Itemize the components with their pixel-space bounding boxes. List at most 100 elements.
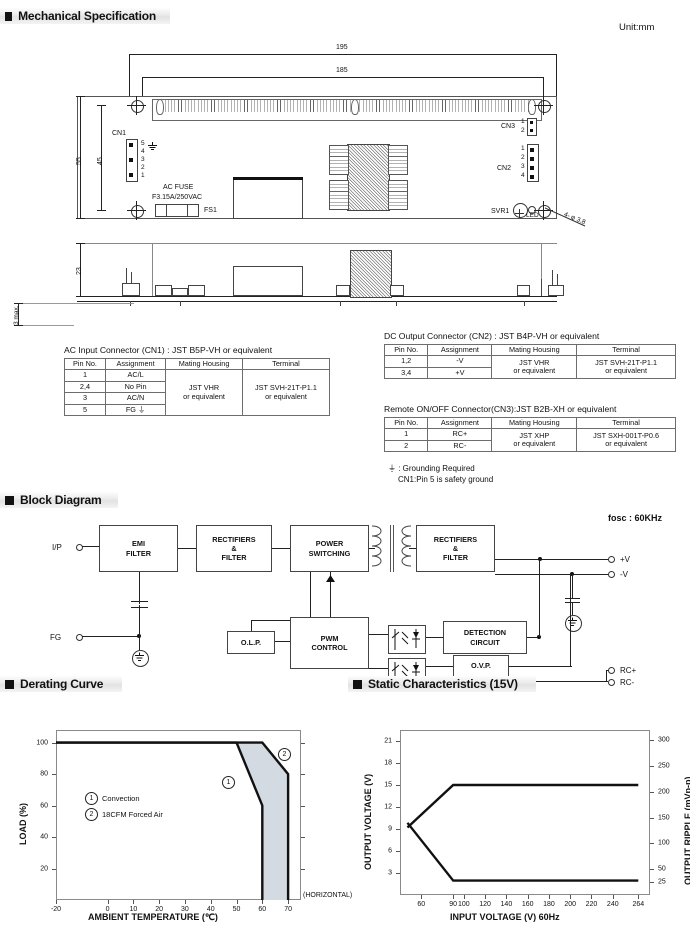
output-label-negative: -V: [620, 570, 628, 579]
static-curve-graphics: [406, 783, 639, 882]
mating-housing-line2: or equivalent: [183, 391, 225, 401]
y-tick-right: [301, 837, 305, 839]
col-terminal: Terminal: [241, 357, 331, 371]
output-terminal-positive: [608, 556, 615, 563]
y-tick: [52, 805, 56, 807]
x-tick-label: 180: [543, 901, 555, 908]
y-tick-left: [396, 785, 400, 786]
y-tick-label-left: 3: [388, 869, 392, 877]
cell-terminal: JST SVH-21T-P1.1 or equivalent: [576, 355, 676, 380]
side-transformer-pin-right: [390, 285, 404, 296]
block-line-2: &: [452, 543, 459, 553]
side-cn1-body: [122, 283, 140, 296]
y-tick-label-right: 100: [658, 839, 670, 847]
y-tick-right: [650, 791, 654, 793]
ground-symbol-cn1-icon: [147, 139, 158, 157]
x-tick-label: 100: [457, 901, 470, 908]
y-tick-left: [396, 741, 400, 742]
y-tick-label: 40: [40, 833, 48, 841]
y-tick-label-right: 200: [658, 788, 670, 796]
y-tick-label-left: 21: [384, 737, 392, 745]
x-tick-label: 50: [232, 906, 241, 913]
col-mating-housing: Mating Housing: [165, 357, 243, 371]
cn3-label: CN3: [501, 123, 516, 130]
x-tick: [184, 900, 186, 904]
block-line-2: FILTER: [126, 548, 151, 558]
table-ac-input: Pin No. Assignment Mating Housing Termin…: [64, 357, 331, 416]
svr1-label: SVR1: [491, 208, 510, 215]
fosc-note: fosc : 60KHz: [608, 513, 663, 523]
block-detection-circuit: DETECTION CIRCUIT: [443, 621, 527, 654]
led-label: LED: [526, 212, 539, 219]
y-tick-label: 20: [40, 865, 48, 873]
table-header-row: Pin No. Assignment Mating Housing Termin…: [383, 343, 676, 357]
square-bullet-icon: [353, 679, 362, 689]
side-fuse-cap-left: [155, 285, 172, 296]
static-ylabel-left: OUTPUT VOLTAGE (V): [363, 773, 373, 870]
block-line-3: FILTER: [443, 553, 468, 563]
heatsink-tab-right: [528, 99, 536, 115]
cell-assignment: RC+: [427, 428, 493, 441]
cell-assignment: +V: [427, 366, 493, 380]
legend-label-2: 18CFM Forced Air: [102, 810, 163, 819]
side-transformer-pin-left: [336, 285, 350, 296]
y-tick-label-left: 6: [388, 847, 392, 855]
y-tick: [52, 837, 56, 839]
x-tick: [56, 900, 57, 904]
output-label-positive: +V: [620, 555, 631, 564]
side-cn3-body: [548, 285, 564, 296]
derating-ylabel: LOAD (%): [18, 803, 28, 845]
table-dc-output: Pin No. Assignment Mating Housing Termin…: [383, 343, 676, 380]
x-tick: [262, 900, 264, 904]
section-header-block: Block Diagram: [0, 492, 118, 508]
cn3-pin-1: 1: [521, 118, 525, 125]
mounting-hole-bl: [131, 205, 144, 218]
cn2-pin-3: 3: [521, 163, 525, 170]
y-tick-right: [650, 766, 654, 768]
y-tick-right: [650, 882, 654, 884]
y-tick-label-right: 150: [658, 814, 670, 822]
transformer-winding-tr: [388, 145, 408, 175]
col-mating-housing: Mating Housing: [491, 343, 578, 357]
y-tick-left: [396, 829, 400, 830]
x-tick-label: 120: [479, 901, 491, 908]
section-title-derating: Derating Curve: [20, 677, 104, 691]
side-fuse-cap-right: [188, 285, 205, 296]
y-tick-label: 80: [40, 770, 48, 778]
fuse-rating-label: F3.15A/250VAC: [152, 194, 203, 201]
legend-marker-2: 2: [85, 808, 98, 821]
y-tick-right: [650, 843, 654, 845]
block-line-1: DETECTION: [463, 628, 507, 638]
block-line-2: SWITCHING: [308, 548, 351, 558]
rc-positive-label: RC+: [620, 666, 637, 675]
heatsink-tab-left: [156, 99, 164, 115]
fuse-cap-right: [187, 204, 199, 217]
x-tick-label: 70: [284, 906, 292, 913]
table-row: 1,2 -V JST VHR or equivalent JST SVH-21T…: [383, 355, 676, 380]
y-tick: [52, 774, 56, 776]
y-tick-left: [396, 807, 400, 808]
y-tick-left: [396, 851, 400, 852]
dim-label-3max: 3 max.: [13, 305, 20, 325]
x-tick: [159, 900, 161, 904]
side-capacitor: [233, 266, 303, 296]
dim-label-45: 45: [97, 157, 104, 165]
side-view-top-ref: [77, 243, 557, 244]
section-header-mechanical: Mechanical Specification: [0, 8, 170, 24]
block-line-3: FILTER: [221, 553, 247, 563]
mounting-hole-tr: [538, 100, 551, 113]
footnote-grounding: ⏚ : Grounding Required: [388, 464, 475, 473]
x-tick: [133, 900, 135, 904]
square-bullet-icon: [5, 679, 14, 689]
square-bullet-icon: [5, 11, 13, 21]
table-header-row: Pin No. Assignment Mating Housing Termin…: [383, 416, 676, 430]
block-line-1: EMI: [132, 539, 145, 549]
cell-mating-housing: JST XHP or equivalent: [491, 428, 578, 453]
datasheet-page: Mechanical Specification Unit:mm 195 185…: [0, 0, 690, 930]
cn2-pin-4: 4: [521, 172, 525, 179]
y-tick-label-left: 9: [388, 825, 392, 833]
x-tick: [638, 895, 640, 899]
col-terminal: Terminal: [576, 416, 676, 430]
unit-note: Unit:mm: [619, 22, 655, 33]
block-olp: O.L.P.: [227, 631, 275, 654]
